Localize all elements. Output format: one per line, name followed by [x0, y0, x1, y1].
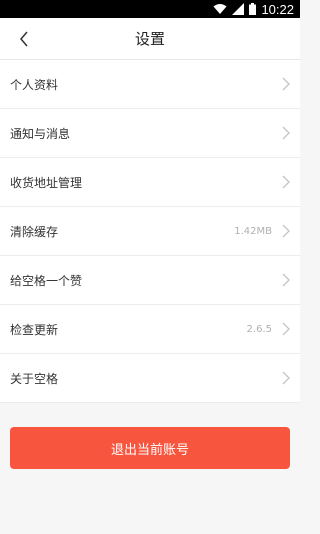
settings-item-clear-cache[interactable]: 清除缓存 1.42MB [0, 207, 300, 256]
chevron-right-icon [282, 224, 290, 238]
back-button[interactable] [8, 23, 40, 55]
settings-item-about[interactable]: 关于空格 [0, 354, 300, 403]
header: 设置 [0, 18, 300, 60]
chevron-right-icon [282, 273, 290, 287]
settings-item-profile[interactable]: 个人资料 [0, 60, 300, 109]
status-bar: 10:22 [0, 0, 300, 18]
page-title: 设置 [134, 30, 165, 48]
settings-item-rate[interactable]: 给空格一个赞 [0, 256, 300, 305]
chevron-right-icon [282, 371, 290, 385]
logout-button[interactable]: 退出当前账号 [10, 427, 290, 469]
settings-item-label: 清除缓存 [10, 224, 59, 239]
settings-item-label: 收货地址管理 [10, 175, 83, 190]
logout-section: 退出当前账号 [0, 403, 300, 469]
cache-size-value: 1.42MB [234, 225, 272, 237]
settings-item-notifications[interactable]: 通知与消息 [0, 109, 300, 158]
wifi-icon [213, 4, 227, 14]
status-time: 10:22 [261, 1, 294, 17]
settings-item-label: 给空格一个赞 [10, 273, 83, 288]
version-value: 2.6.5 [246, 323, 272, 335]
signal-icon [232, 3, 245, 15]
chevron-right-icon [282, 77, 290, 91]
settings-item-label: 检查更新 [10, 322, 59, 337]
settings-list: 个人资料 通知与消息 收货地址管理 清除缓存 1.42MB 给空格一个赞 检查更… [0, 60, 300, 403]
settings-item-label: 通知与消息 [10, 126, 71, 141]
battery-icon [249, 3, 257, 15]
settings-item-address[interactable]: 收货地址管理 [0, 158, 300, 207]
chevron-left-icon [20, 31, 28, 47]
chevron-right-icon [282, 322, 290, 336]
settings-item-label: 关于空格 [10, 371, 59, 386]
settings-item-check-update[interactable]: 检查更新 2.6.5 [0, 305, 300, 354]
chevron-right-icon [282, 126, 290, 140]
chevron-right-icon [282, 175, 290, 189]
settings-item-label: 个人资料 [10, 77, 59, 92]
